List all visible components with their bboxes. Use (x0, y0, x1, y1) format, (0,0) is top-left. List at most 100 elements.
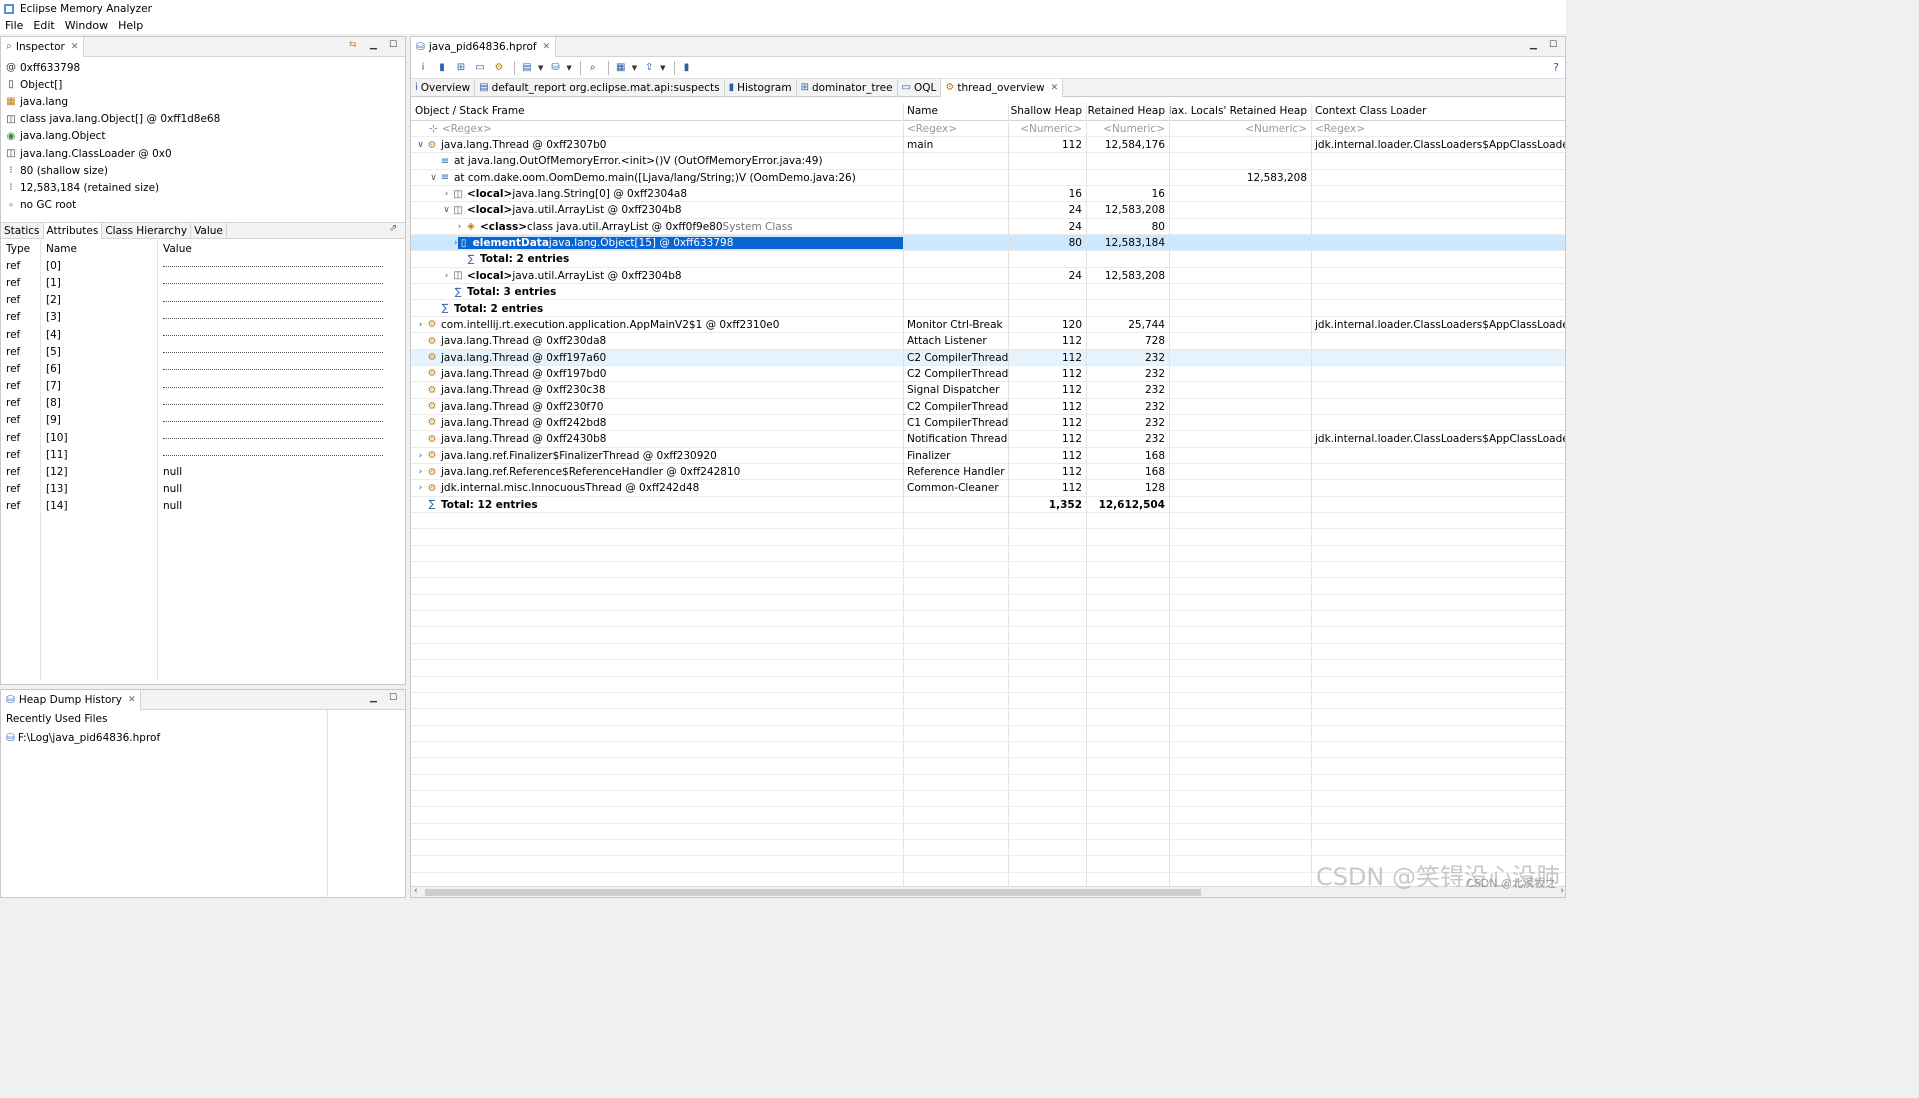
menu-edit[interactable]: Edit (33, 19, 54, 32)
histogram-icon[interactable]: ▮ (434, 60, 450, 76)
subtab-attributes[interactable]: Attributes (43, 223, 103, 239)
close-icon[interactable]: ✕ (1051, 83, 1059, 93)
table-row[interactable]: ⚙ java.lang.Thread @ 0xff2430b8 Notificati… (411, 431, 1565, 448)
run-report-icon[interactable]: ▤ (519, 60, 535, 76)
expand-toggle-icon[interactable]: ∨ (441, 205, 452, 215)
tab-oql[interactable]: ▭ OQL (898, 78, 942, 97)
export-icon[interactable]: ⇪ (641, 60, 657, 76)
tab-dominator-tree[interactable]: ⊞ dominator_tree (797, 78, 898, 97)
table-row[interactable]: › ⚙ com.intellij.rt.execution.application.… (411, 317, 1565, 334)
subtab-statics[interactable]: Statics (1, 223, 44, 239)
inspector-row[interactable]: ◫ java.lang.ClassLoader @ 0x0 (1, 145, 405, 162)
help-icon[interactable]: ? (1553, 61, 1559, 74)
tab-inspector[interactable]: ⌕ Inspector ✕ (1, 37, 85, 57)
inspector-row[interactable]: ▯ Object[] (1, 76, 405, 93)
expand-toggle-icon[interactable]: ∨ (415, 140, 426, 150)
menu-file[interactable]: File (5, 19, 23, 32)
column-value[interactable]: Value (158, 240, 388, 257)
dropdown-arrow-icon[interactable]: ▼ (538, 64, 543, 72)
filter-max-input[interactable]: <Numeric> (1169, 121, 1311, 137)
table-row[interactable]: › ◫ <local> java.lang.String[0] @ 0xff2304… (411, 186, 1565, 203)
table-row[interactable]: ⚙ java.lang.Thread @ 0xff197a60 C2 Compile… (411, 349, 1565, 366)
inspector-row[interactable]: ▦ java.lang (1, 93, 405, 110)
expand-toggle-icon[interactable]: ∨ (428, 173, 439, 183)
maximize-icon[interactable]: ☐ (389, 40, 397, 50)
scrollbar-thumb[interactable] (425, 889, 1201, 896)
column-name[interactable]: Name (903, 103, 1008, 119)
expand-toggle-icon[interactable]: › (441, 271, 452, 281)
minimize-icon[interactable]: ▁ (370, 40, 377, 50)
inspector-row[interactable]: ∘ no GC root (1, 197, 405, 214)
inspector-row[interactable]: ◉ java.lang.Object (1, 128, 405, 145)
table-row[interactable]: ≡ at java.lang.OutOfMemoryError.<init>()V… (411, 153, 1565, 170)
column-max-locals-retained[interactable]: Max. Locals' Retained Heap (1169, 103, 1311, 119)
expand-toggle-icon[interactable]: › (415, 467, 426, 477)
overview-icon[interactable]: i (415, 60, 431, 76)
column-retained-heap[interactable]: Retained Heap (1086, 103, 1169, 119)
close-icon[interactable]: ✕ (71, 42, 79, 52)
expand-toggle-icon[interactable]: › (415, 320, 426, 330)
dropdown-arrow-icon[interactable]: ▼ (566, 64, 571, 72)
close-icon[interactable]: ✕ (128, 695, 136, 705)
search-icon[interactable]: ⌕ (585, 60, 601, 76)
table-row[interactable]: ⚙ java.lang.Thread @ 0xff230f70 C2 Compile… (411, 399, 1565, 415)
oql-icon[interactable]: ▭ (472, 60, 488, 76)
table-row[interactable]: ∨ ≡ at com.dake.oom.OomDemo.main([Ljava/la… (411, 170, 1565, 187)
inspector-row[interactable]: @0xff633798 (1, 59, 405, 76)
table-row[interactable]: › ◫ <local> java.util.ArrayList @ 0xff2304… (411, 268, 1565, 285)
link-with-editor-icon[interactable]: ⇆ (349, 40, 357, 50)
table-row[interactable]: ⚙ java.lang.Thread @ 0xff230c38 Signal Dis… (411, 382, 1565, 399)
expand-toggle-icon[interactable]: › (415, 451, 426, 461)
column-context-class-loader[interactable]: Context Class Loader (1311, 103, 1565, 119)
dropdown-arrow-icon[interactable]: ▼ (660, 64, 665, 72)
column-object-stack-frame[interactable]: Object / Stack Frame (411, 103, 903, 119)
history-file-item[interactable]: ⛁ F:\Log\java_pid64836.hprof (1, 729, 405, 746)
pin-icon[interactable]: ⇗ (389, 223, 397, 234)
column-shallow-heap[interactable]: Shallow Heap (1008, 103, 1086, 119)
inspector-row[interactable]: ⁝ 80 (shallow size) (1, 162, 405, 179)
tab-default-report[interactable]: ▤ default_report org.eclipse.mat.api:susp… (475, 78, 725, 97)
maximize-icon[interactable]: ☐ (389, 693, 397, 703)
filter-retained-input[interactable]: <Numeric> (1086, 121, 1169, 137)
minimize-icon[interactable]: ▁ (370, 693, 377, 703)
tab-heap-dump-history[interactable]: ⛁ Heap Dump History ✕ (1, 690, 142, 710)
calculate-retained-icon[interactable]: ▮ (679, 60, 695, 76)
menu-help[interactable]: Help (118, 19, 143, 32)
expand-toggle-icon[interactable]: › (454, 222, 465, 232)
subtab-class-hierarchy[interactable]: Class Hierarchy (102, 223, 192, 239)
tab-histogram[interactable]: ▮ Histogram (725, 78, 797, 97)
filter-ccl-input[interactable]: <Regex> (1311, 121, 1565, 137)
table-row[interactable]: ∑ Total: 2 entries (411, 301, 1565, 317)
table-row[interactable]: ∑ Total: 3 entries (411, 284, 1565, 301)
thread-overview-icon[interactable]: ⚙ (491, 60, 507, 76)
table-row[interactable]: ⚙ java.lang.Thread @ 0xff242bd8 C1 Compile… (411, 415, 1565, 432)
dominator-tree-icon[interactable]: ⊞ (453, 60, 469, 76)
filter-name-input[interactable]: <Regex> (903, 121, 1008, 137)
tab-hprof-file[interactable]: ⛁ java_pid64836.hprof ✕ (411, 37, 557, 57)
scroll-left-icon[interactable]: ‹ (414, 886, 418, 896)
filter-obj-input[interactable]: <Regex> (442, 123, 492, 135)
query-browser-icon[interactable]: ⛁ (547, 60, 563, 76)
table-row[interactable]: › ⚙ java.lang.ref.Reference$ReferenceHandl… (411, 464, 1565, 481)
menu-window[interactable]: Window (65, 19, 108, 32)
table-row[interactable]: ∨ ⚙ java.lang.Thread @ 0xff2307b0 main 112 12… (411, 137, 1565, 154)
table-row[interactable]: ∨ ◫ <local> java.util.ArrayList @ 0xff2304… (411, 202, 1565, 219)
expand-toggle-icon[interactable]: › (415, 483, 426, 493)
inspector-row[interactable]: ⁝ 12,583,184 (retained size) (1, 179, 405, 196)
table-row[interactable]: ∑ Total: 2 entries (411, 251, 1565, 268)
table-row[interactable]: › ▯ elementData java.lang.Object[15] @ 0xf… (411, 235, 1565, 252)
expand-toggle-icon[interactable]: › (441, 189, 452, 199)
filter-shallow-input[interactable]: <Numeric> (1008, 121, 1086, 137)
scroll-right-icon[interactable]: › (1560, 886, 1564, 896)
table-row[interactable]: ⚙ java.lang.Thread @ 0xff197bd0 C2 Compile… (411, 366, 1565, 383)
table-row[interactable]: ⚙ java.lang.Thread @ 0xff230da8 Attach Lis… (411, 333, 1565, 350)
table-row[interactable]: › ⚙ java.lang.ref.Finalizer$FinalizerThrea… (411, 448, 1565, 464)
minimize-icon[interactable]: ▁ (1530, 40, 1537, 50)
inspector-row[interactable]: ◫ class java.lang.Object[] @ 0xff1d8e68 (1, 111, 405, 128)
close-icon[interactable]: ✕ (543, 42, 551, 52)
table-row[interactable]: ∑ Total: 12 entries 1,352 12,612,504 (411, 497, 1565, 514)
table-row[interactable]: › ◈ <class> class java.util.ArrayList @ 0x… (411, 219, 1565, 236)
tab-overview[interactable]: i Overview (411, 78, 476, 97)
maximize-icon[interactable]: ☐ (1549, 40, 1557, 50)
group-by-icon[interactable]: ▦ (613, 60, 629, 76)
